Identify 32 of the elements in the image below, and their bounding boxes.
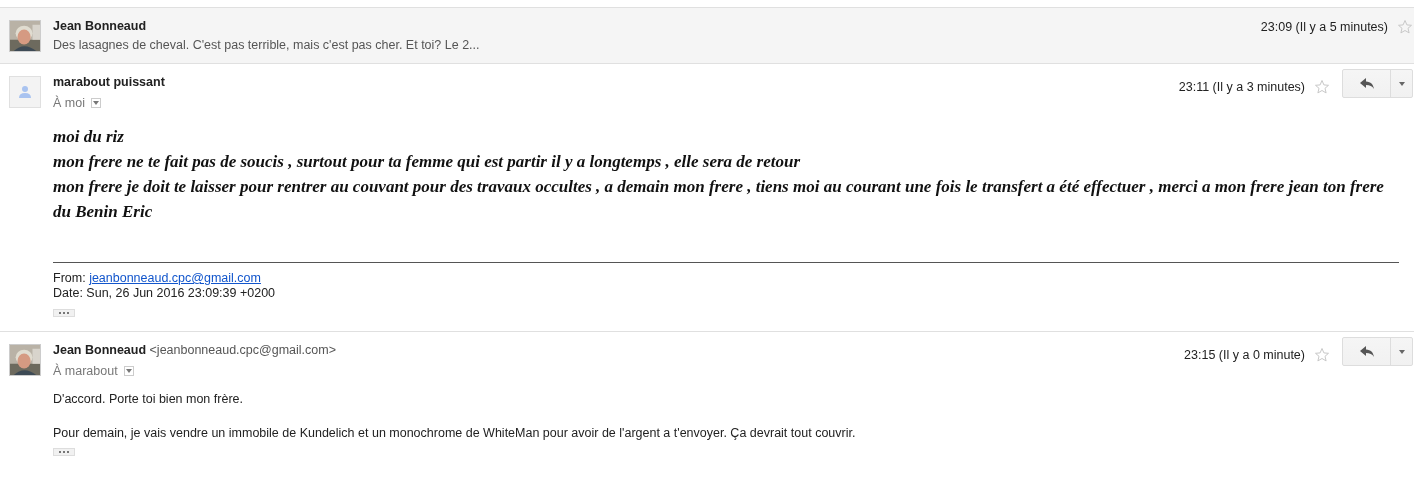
reply-icon (1359, 78, 1374, 89)
caret-icon (1398, 349, 1405, 354)
caret-icon (1398, 81, 1405, 86)
message-paragraph: mon frere je doit te laisser pour rentrer au couvant pour des travaux occultes , a demain mon frere , tiens moi au courant une fois le transfert a été effectuer , merci a mon frere jean ton frere du Benin Eric (53, 176, 1385, 223)
sender-name: Jean Bonneaud (53, 343, 147, 357)
caret-icon (125, 369, 132, 373)
caret-icon (92, 101, 99, 105)
star-icon[interactable] (1397, 19, 1413, 35)
details-dropdown[interactable] (90, 98, 101, 108)
message-time: 23:15 (Il y a 0 minute) (1184, 347, 1305, 362)
details-dropdown[interactable] (123, 366, 134, 376)
message-snippet: Des lasagnes de cheval. C'est pas terrible, mais c'est pas cher. Et toi? Le 2... (53, 38, 480, 52)
message-paragraph: Pour demain, je vais vendre un immobile de Kundelich et un monochrome de WhiteMan pour avoir de l'argent a t'envoyer. Ça devrait tout couvrir. (53, 426, 857, 440)
sender-email: <jeanbonneaud.cpc@gmail.com> (149, 343, 336, 357)
show-trimmed-button[interactable] (53, 309, 75, 317)
recipient-label: À moi (53, 96, 85, 110)
message-time: 23:11 (Il y a 3 minutes) (1178, 79, 1305, 94)
from-label: From: (53, 271, 86, 285)
reply-icon (1359, 346, 1374, 357)
star-icon[interactable] (1314, 346, 1330, 363)
message-paragraph: moi du riz (53, 126, 125, 148)
sender-name: Jean Bonneaud (53, 19, 147, 33)
show-trimmed-button[interactable] (53, 448, 75, 456)
message-paragraph: D'accord. Porte toi bien mon frère. (53, 392, 244, 406)
date-line: Date: Sun, 26 Jun 2016 23:09:39 +0200 (53, 286, 277, 301)
message-time: 23:09 (Il y a 5 minutes) (1260, 20, 1388, 34)
message-paragraph: mon frere ne te fait pas de soucis , surtout pour ta femme qui est partir il y a longtemps , elle sera de retour (53, 151, 802, 173)
email-link[interactable]: jeanbonneaud.cpc@gmail.com (89, 271, 261, 285)
sender-name: marabout puissant (53, 75, 165, 89)
default-avatar-icon (9, 76, 41, 108)
recipient-label: À marabout (53, 364, 118, 378)
star-icon[interactable] (1314, 78, 1330, 95)
